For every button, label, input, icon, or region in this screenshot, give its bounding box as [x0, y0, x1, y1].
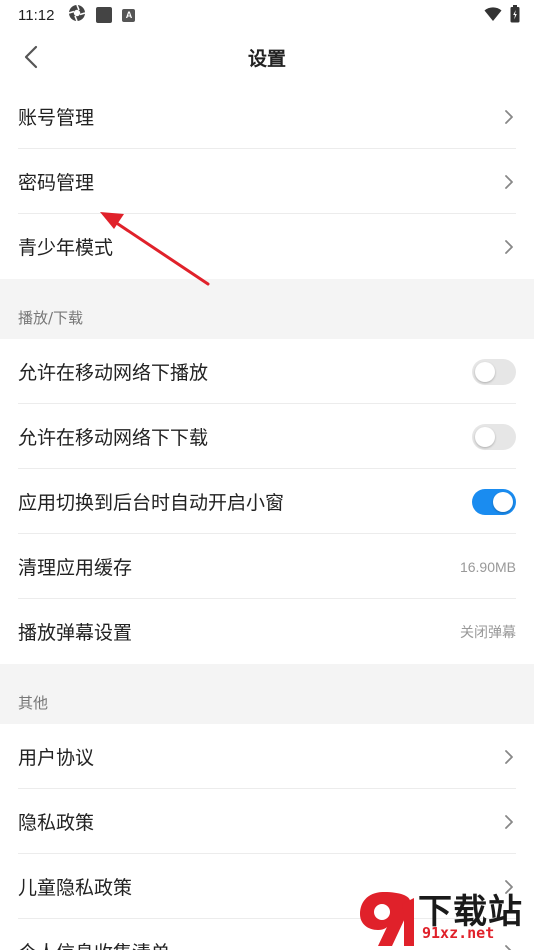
danmaku-settings-label: 播放弹幕设置 [18, 622, 133, 644]
section-heading-other: 其他 [0, 664, 534, 724]
square-icon [96, 7, 113, 23]
status-bar: 11:12 A [0, 0, 534, 30]
toggle-knob [475, 426, 495, 447]
toggle-knob [475, 361, 495, 382]
user-agreement-item[interactable]: 用户协议 [0, 724, 534, 789]
title-bar: 设置 [0, 30, 534, 84]
settings-list: 账号管理 密码管理 青少年模式 播放/下载 允许在移动网络下播放 允许在移动网络… [0, 84, 534, 950]
status-icons-left: A [68, 4, 136, 26]
password-management-item[interactable]: 密码管理 [0, 149, 534, 214]
account-management-item[interactable]: 账号管理 [0, 84, 534, 149]
privacy-policy-label: 隐私政策 [18, 812, 95, 834]
account-management-label: 账号管理 [18, 107, 95, 129]
personal-info-list-label: 个人信息收集清单 [18, 938, 170, 950]
battery-icon [510, 5, 520, 27]
clear-cache-item[interactable]: 清理应用缓存 16.90MB [0, 534, 534, 599]
user-agreement-label: 用户协议 [18, 747, 95, 769]
mobile-download-toggle[interactable] [472, 423, 516, 450]
background-pip-label: 应用切换到后台时自动开启小窗 [18, 492, 285, 514]
toggle-knob [493, 491, 513, 512]
chevron-right-icon [505, 109, 513, 124]
password-management-label: 密码管理 [18, 172, 95, 194]
privacy-policy-item[interactable]: 隐私政策 [0, 789, 534, 854]
chevron-right-icon [505, 814, 513, 829]
mobile-play-label: 允许在移动网络下播放 [18, 362, 209, 384]
teen-mode-label: 青少年模式 [18, 237, 114, 259]
section-heading-playback: 播放/下载 [0, 279, 534, 339]
mobile-download-label: 允许在移动网络下下载 [18, 427, 209, 449]
danmaku-settings-item[interactable]: 播放弹幕设置 关闭弹幕 [0, 599, 534, 664]
chevron-right-icon [505, 174, 513, 189]
chevron-right-icon [505, 749, 513, 764]
danmaku-settings-value: 关闭弹幕 [460, 623, 516, 640]
a-icon: A [122, 8, 136, 22]
watermark: 下载站 91xz.net [356, 884, 528, 948]
status-time: 11:12 [18, 6, 55, 24]
teen-mode-item[interactable]: 青少年模式 [0, 214, 534, 279]
children-privacy-policy-label: 儿童隐私政策 [18, 877, 133, 899]
watermark-url: 91xz.net [422, 924, 495, 942]
background-pip-toggle[interactable] [472, 488, 516, 515]
chevron-right-icon [505, 239, 513, 254]
aperture-icon [68, 4, 86, 26]
page-title: 设置 [247, 48, 286, 70]
wifi-icon [484, 6, 502, 26]
mobile-download-item: 允许在移动网络下下载 [0, 404, 534, 469]
watermark-logo-icon [360, 892, 414, 946]
cache-size-value: 16.90MB [459, 558, 516, 575]
mobile-play-toggle[interactable] [472, 358, 516, 385]
mobile-play-item: 允许在移动网络下播放 [0, 339, 534, 404]
background-pip-item: 应用切换到后台时自动开启小窗 [0, 469, 534, 534]
status-icons-right [484, 5, 520, 27]
clear-cache-label: 清理应用缓存 [18, 557, 133, 579]
